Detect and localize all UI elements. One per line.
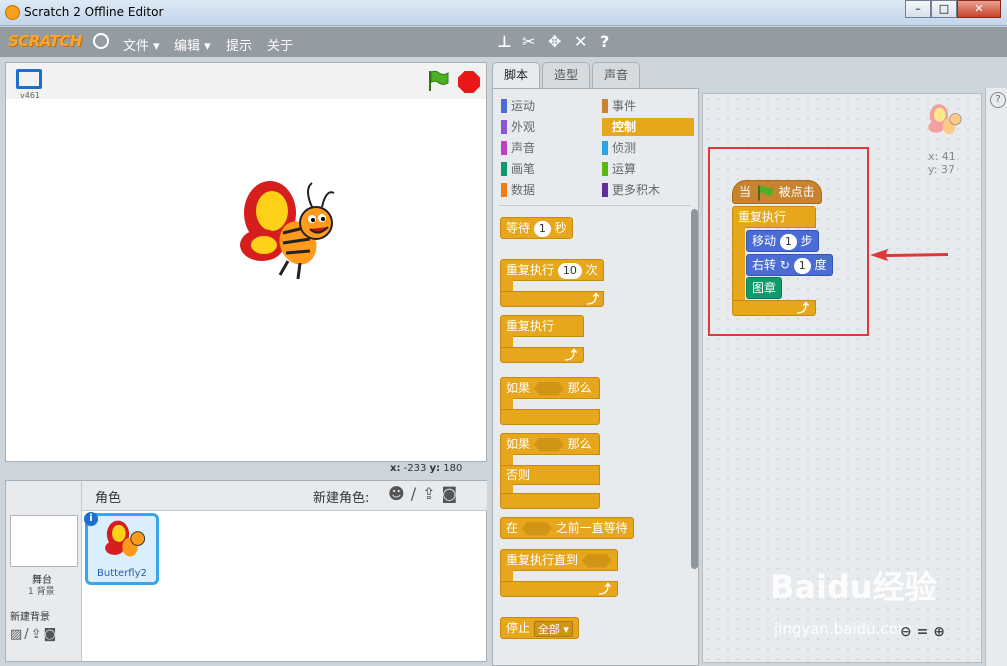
upload-sprite-icon[interactable]: ⇪ bbox=[422, 484, 441, 503]
sprites-header: 角色 新建角色: ☻/⇪◙ bbox=[82, 481, 487, 511]
title-bar: Scratch 2 Offline Editor – □ ✕ bbox=[0, 0, 1007, 26]
palette-divider bbox=[499, 205, 691, 206]
help-icon[interactable]: ? bbox=[990, 92, 1006, 108]
info-icon[interactable]: i bbox=[84, 512, 98, 526]
if-else-block[interactable]: 如果 那么 否则 bbox=[500, 433, 600, 509]
mouse-coordinates: x: -233 y: 180 bbox=[390, 463, 462, 474]
stage-thumbnail[interactable] bbox=[10, 515, 78, 567]
maximize-button[interactable]: □ bbox=[931, 0, 957, 18]
sprite-preview-icon bbox=[928, 104, 962, 135]
language-globe-icon[interactable] bbox=[93, 33, 109, 49]
tab-costumes[interactable]: 造型 bbox=[542, 62, 591, 88]
window-title: Scratch 2 Offline Editor bbox=[24, 5, 164, 19]
block-palette: 运动 外观 声音 画笔 数据 事件 控制 侦测 运算 更多积木 等待 1 秒 重… bbox=[492, 88, 699, 666]
new-sprite-label: 新建角色: bbox=[313, 491, 370, 506]
forever-block[interactable]: 重复执行 ⤴ bbox=[500, 315, 584, 363]
if-then-block[interactable]: 如果 那么 bbox=[500, 377, 600, 425]
sprite-name: Butterfly2 bbox=[97, 568, 147, 579]
wait-block[interactable]: 等待 1 秒 bbox=[500, 217, 573, 239]
sprites-panel: 舞台 1 背景 新建背景 ▨/⇪◙ 角色 新建角色: ☻/⇪◙ i Butter… bbox=[5, 480, 487, 662]
scratch-logo[interactable]: SCRATCH bbox=[8, 32, 82, 50]
y-value: 180 bbox=[443, 463, 463, 474]
minimize-button[interactable]: – bbox=[905, 0, 931, 18]
version-label: v461 bbox=[20, 91, 41, 100]
stop-sign-icon[interactable] bbox=[458, 71, 480, 93]
editor-tabs: 脚本 造型 声音 bbox=[492, 62, 642, 88]
category-pen[interactable]: 画笔 bbox=[501, 160, 535, 178]
palette-scrollbar[interactable] bbox=[691, 209, 698, 569]
duplicate-stamp-icon[interactable]: ⊥ bbox=[497, 32, 512, 51]
menu-bar: SCRATCH 文件 ▾ 编辑 ▾ 提示 关于 ⊥ ✂ ✥ ✕ ? bbox=[0, 27, 1007, 57]
new-backdrop-label: 新建背景 bbox=[10, 612, 50, 623]
x-value: -233 bbox=[403, 463, 427, 474]
stop-block[interactable]: 停止 全部 ▾ bbox=[500, 617, 579, 639]
delete-scissors-icon[interactable]: ✂ bbox=[522, 32, 535, 51]
zoom-reset-icon[interactable]: = bbox=[917, 624, 929, 640]
sprite-library-icon[interactable]: ☻ bbox=[388, 484, 411, 503]
butterfly-thumb-icon bbox=[105, 520, 145, 557]
category-sensing[interactable]: 侦测 bbox=[602, 139, 636, 157]
sprites-title: 角色 bbox=[95, 491, 122, 506]
menu-tips[interactable]: 提示 bbox=[226, 35, 252, 54]
category-more-blocks[interactable]: 更多积木 bbox=[602, 181, 660, 199]
close-button[interactable]: ✕ bbox=[957, 0, 1001, 18]
sprite-x: x: 41 bbox=[928, 150, 956, 163]
menu-edit[interactable]: 编辑 ▾ bbox=[174, 35, 211, 54]
sprite-y: y: 37 bbox=[928, 163, 955, 176]
green-flag-icon[interactable] bbox=[426, 69, 450, 93]
help-tab: ? bbox=[985, 88, 1007, 666]
zoom-controls: ⊖ = ⊕ bbox=[900, 624, 945, 640]
tab-sounds[interactable]: 声音 bbox=[592, 62, 641, 88]
upload-backdrop-icon[interactable]: ⇪ bbox=[31, 627, 44, 642]
camera-backdrop-icon[interactable]: ◙ bbox=[44, 627, 59, 642]
stage-column: 舞台 1 背景 新建背景 ▨/⇪◙ bbox=[6, 481, 82, 661]
menu-file[interactable]: 文件 ▾ bbox=[123, 35, 160, 54]
paint-backdrop-icon[interactable]: ▨ bbox=[10, 627, 24, 642]
zoom-out-icon[interactable]: ⊖ bbox=[900, 624, 912, 640]
repeat-until-block[interactable]: 重复执行直到 ⤴ bbox=[500, 549, 618, 597]
x-label: x: bbox=[390, 463, 401, 474]
grow-icon[interactable]: ✥ bbox=[548, 32, 561, 51]
wait-until-block[interactable]: 在 之前一直等待 bbox=[500, 517, 634, 539]
stage-toolbar: v461 bbox=[6, 63, 486, 100]
fullscreen-icon[interactable] bbox=[16, 69, 42, 89]
category-operators[interactable]: 运算 bbox=[602, 160, 636, 178]
sprite-thumbnail[interactable]: i Butterfly2 bbox=[84, 512, 159, 585]
window-controls: – □ ✕ bbox=[905, 0, 1001, 18]
backdrop-count: 1 背景 bbox=[28, 587, 55, 597]
annotation-arrow-icon bbox=[870, 249, 948, 261]
baidu-watermark: Baidu经验 bbox=[770, 568, 937, 606]
repeat-block[interactable]: 重复执行 10 次 ⤴ bbox=[500, 259, 604, 307]
backdrop-tools: ▨/⇪◙ bbox=[10, 627, 58, 642]
tab-scripts[interactable]: 脚本 bbox=[492, 62, 541, 88]
camera-sprite-icon[interactable]: ◙ bbox=[441, 484, 463, 503]
category-motion[interactable]: 运动 bbox=[501, 97, 535, 115]
category-events[interactable]: 事件 bbox=[602, 97, 636, 115]
shrink-icon[interactable]: ✕ bbox=[574, 32, 587, 51]
y-label: y: bbox=[429, 463, 441, 474]
category-data[interactable]: 数据 bbox=[501, 181, 535, 199]
category-control[interactable]: 控制 bbox=[602, 118, 694, 136]
stage[interactable]: v461 bbox=[5, 62, 487, 462]
block-help-icon[interactable]: ? bbox=[600, 32, 609, 51]
baidu-watermark-url: jingyan.baidu.com bbox=[774, 620, 913, 638]
category-looks[interactable]: 外观 bbox=[501, 118, 535, 136]
scratch-cat-icon bbox=[5, 5, 20, 20]
annotation-highlight-box bbox=[708, 147, 869, 336]
category-sound[interactable]: 声音 bbox=[501, 139, 535, 157]
new-sprite-tools: ☻/⇪◙ bbox=[388, 484, 463, 503]
butterfly-sprite[interactable] bbox=[228, 175, 340, 287]
menu-about[interactable]: 关于 bbox=[267, 35, 293, 54]
zoom-in-icon[interactable]: ⊕ bbox=[933, 624, 945, 640]
paint-sprite-icon[interactable]: / bbox=[411, 484, 422, 503]
